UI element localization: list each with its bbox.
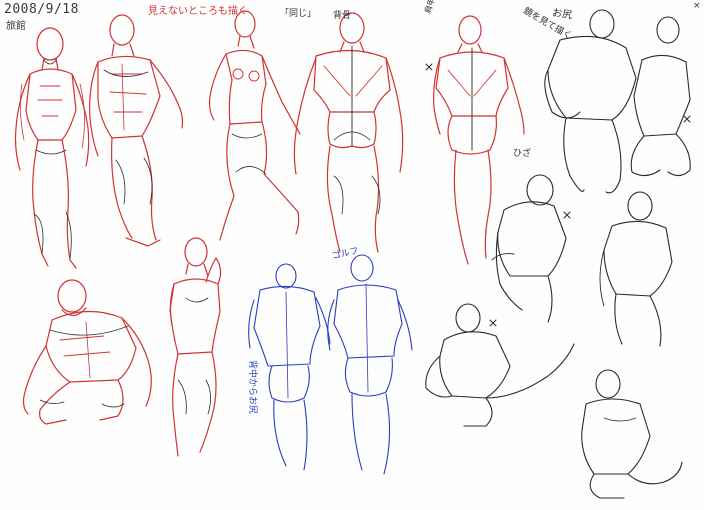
note-label: 背骨 — [333, 11, 352, 21]
figure-hands-clasped-red — [169, 237, 222, 457]
figure-back-walking-red — [433, 15, 525, 265]
figure-walking-female-red — [208, 10, 301, 241]
figure-sitting-black — [425, 303, 575, 427]
figure-back-view-male-red — [293, 12, 404, 253]
figure-reaching-black — [491, 174, 567, 323]
note-label: 旅館 — [6, 21, 26, 32]
sketch-sheet: 2008/9/18 旅館 見えないところも描く 「同じ」 背骨 肩甲骨の動き 鏡… — [0, 0, 704, 510]
figure-twisting-black — [599, 191, 673, 347]
figure-seated-back-black — [630, 16, 691, 177]
figure-kneeling-black — [581, 369, 683, 499]
note-label: × — [693, 1, 701, 11]
figure-back-view-blue-b — [327, 254, 413, 475]
note-label: ひざ — [513, 149, 532, 159]
x-marks — [425, 63, 691, 327]
figure-bent-over-black — [544, 9, 637, 194]
figure-back-view-blue-a — [248, 263, 331, 471]
figure-crouching-male-red — [22, 279, 152, 425]
figure-standing-front-red — [14, 27, 90, 269]
date-label: 2008/9/18 — [4, 2, 79, 17]
figure-muscular-male-red — [89, 14, 184, 247]
note-label: 見えないところも描く — [148, 6, 248, 17]
note-label: 「同じ」 — [280, 9, 317, 19]
note-label: 背中からお尻 — [247, 360, 257, 415]
